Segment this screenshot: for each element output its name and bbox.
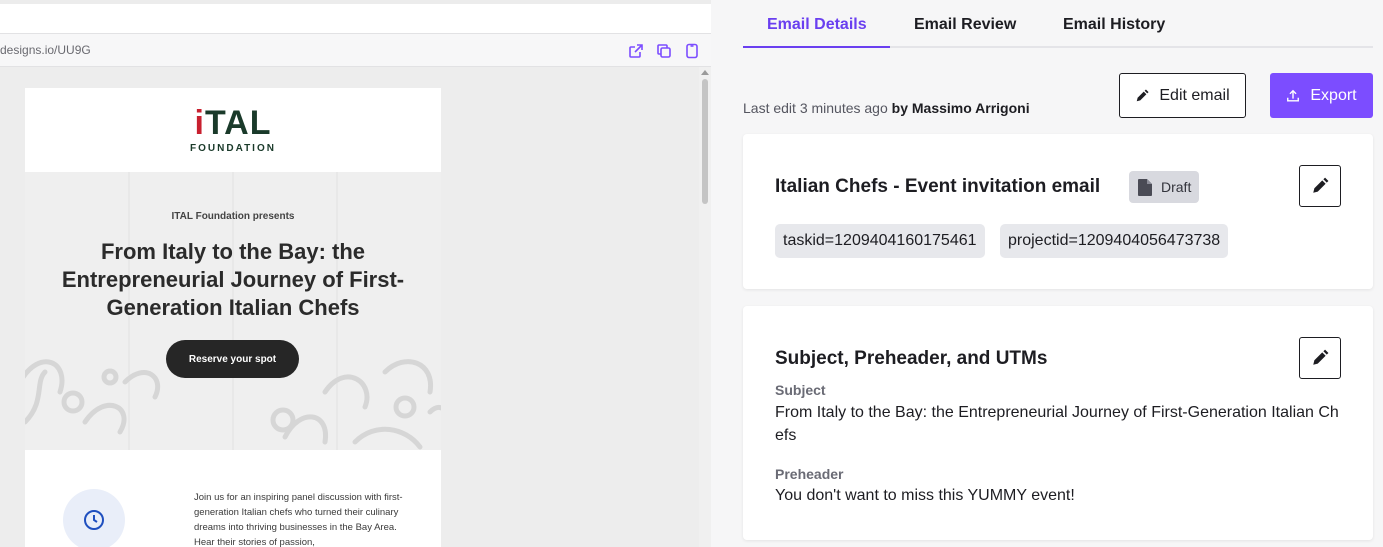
preheader-value: You don't want to miss this YUMMY event!: [775, 487, 1075, 504]
scroll-up-arrow-icon[interactable]: [701, 70, 709, 75]
pencil-icon: [1313, 349, 1329, 365]
pencil-icon: [1137, 88, 1149, 101]
export-button[interactable]: Export: [1270, 73, 1373, 118]
email-render: iTAL FOUNDATION ITAL Foundation presents…: [25, 88, 441, 547]
email-body-text: Join us for an inspiring panel discussio…: [194, 492, 403, 547]
reserve-spot-button[interactable]: Reserve your spot: [166, 340, 299, 378]
scrollbar-thumb[interactable]: [702, 79, 708, 204]
open-external-icon[interactable]: [627, 42, 645, 60]
status-text: Draft: [1161, 179, 1192, 195]
active-tab-indicator: [743, 46, 890, 48]
hero-presents-text: ITAL Foundation presents: [171, 211, 295, 222]
subject-card: Subject, Preheader, and UTMs Subject Fro…: [743, 306, 1373, 540]
subject-label: Subject: [775, 382, 826, 398]
email-title: Italian Chefs - Event invitation email: [775, 176, 1101, 197]
last-edit-time: Last edit 3 minutes ago: [743, 100, 892, 116]
upload-icon: [1287, 89, 1300, 102]
edit-email-info-button[interactable]: [1299, 165, 1341, 207]
status-badge: Draft: [1129, 171, 1200, 203]
last-edit-author: by Massimo Arrigoni: [891, 100, 1030, 116]
ital-logo: iTAL: [194, 104, 272, 142]
email-preview-pane: designs.io/UU9G iTAL FOUNDATION ITAL Fou…: [0, 0, 711, 547]
preheader-label: Preheader: [775, 466, 844, 482]
subject-value: From Italy to the Bay: the Entrepreneuri…: [775, 404, 1339, 444]
preview-scrollbar[interactable]: [699, 67, 711, 547]
logo-subtitle: FOUNDATION: [190, 143, 276, 154]
hero-headline: From Italy to the Bay: the Entrepreneuri…: [61, 239, 405, 320]
task-id-tag: taskid=1209404160175461: [775, 224, 985, 258]
document-icon: [1138, 178, 1152, 196]
email-info-card: Italian Chefs - Event invitation email D…: [743, 134, 1373, 289]
tab-email-details[interactable]: Email Details: [767, 16, 867, 34]
edit-email-label: Edit email: [1159, 86, 1230, 104]
edit-subject-button[interactable]: [1299, 337, 1341, 379]
project-id-tag: projectid=1209404056473738: [1000, 224, 1229, 258]
email-logo-section: iTAL FOUNDATION: [25, 88, 441, 172]
tab-email-history[interactable]: Email History: [1063, 16, 1165, 34]
email-hero: ITAL Foundation presents From Italy to t…: [25, 172, 441, 450]
mobile-icon[interactable]: [683, 42, 701, 60]
detail-tabs: Email Details Email Review Email History: [743, 0, 1373, 48]
clock-icon: [63, 489, 125, 547]
preview-url-bar: designs.io/UU9G: [0, 33, 711, 67]
email-body-section: Join us for an inspiring panel discussio…: [25, 450, 441, 547]
pencil-icon: [1313, 177, 1329, 193]
subject-card-title: Subject, Preheader, and UTMs: [775, 348, 1048, 369]
last-edit-info: Last edit 3 minutes ago by Massimo Arrig…: [743, 100, 1030, 116]
edit-email-button[interactable]: Edit email: [1119, 73, 1246, 118]
preview-top-bar: [0, 0, 711, 33]
copy-icon[interactable]: [655, 42, 673, 60]
tab-email-review[interactable]: Email Review: [914, 16, 1016, 34]
preview-url[interactable]: designs.io/UU9G: [0, 43, 91, 57]
export-label: Export: [1310, 86, 1357, 104]
